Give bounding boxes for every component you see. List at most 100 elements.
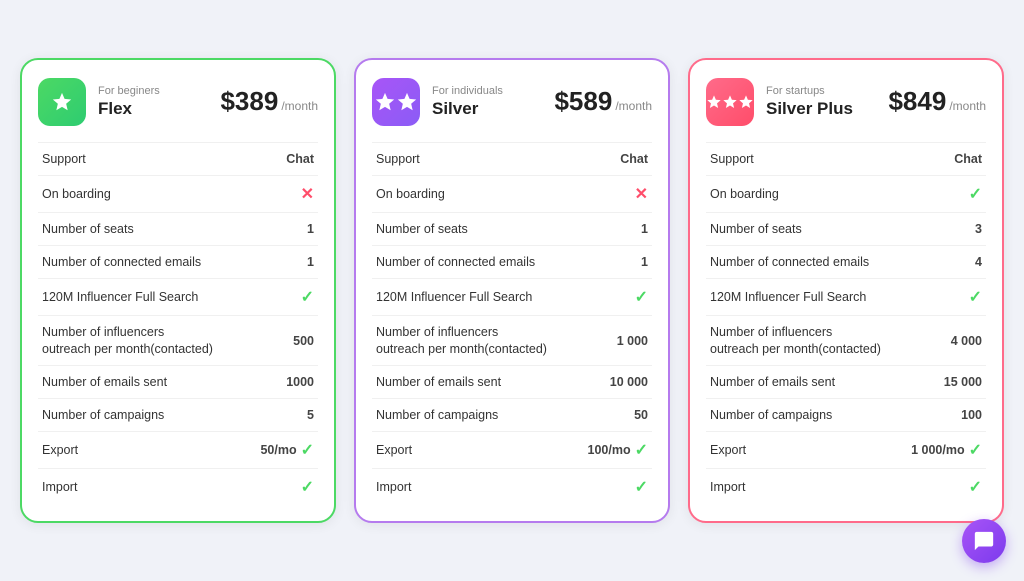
- features-table-silver-plus: SupportChatOn boarding✓Number of seats3N…: [706, 142, 986, 506]
- plan-tier-flex: For beginers: [98, 85, 208, 97]
- feature-value-silver-plus-9: ✓: [888, 469, 986, 506]
- feature-value-silver-plus-3: 4: [888, 246, 986, 279]
- plan-card-silver-plus: For startupsSilver Plus$849/monthSupport…: [688, 58, 1004, 524]
- check-icon: ✓: [969, 479, 982, 496]
- table-row: Number of seats3: [706, 212, 986, 245]
- table-row: Number of emails sent1000: [38, 365, 318, 398]
- plan-price-block-flex: $389/month: [220, 86, 318, 117]
- feature-label-silver-3: Number of connected emails: [372, 246, 554, 279]
- plan-price-silver: $589: [554, 86, 612, 117]
- table-row: On boarding ✕: [38, 175, 318, 212]
- plan-icon-flex: [38, 78, 86, 126]
- feature-value-flex-5: 500: [220, 316, 318, 366]
- table-row: 120M Influencer Full Search✓: [38, 279, 318, 316]
- feature-value-silver-0: Chat: [554, 142, 652, 175]
- feature-value-silver-plus-6: 15 000: [888, 365, 986, 398]
- check-icon: ✓: [301, 479, 314, 496]
- cross-icon: ✕: [635, 186, 648, 203]
- export-value: 100/mo ✓: [558, 440, 648, 460]
- feature-label-flex-7: Number of campaigns: [38, 399, 220, 432]
- table-row: Number of influencers outreach per month…: [372, 316, 652, 366]
- plan-period-silver: /month: [615, 99, 652, 113]
- feature-value-flex-0: Chat: [220, 142, 318, 175]
- feature-value-silver-7: 50: [554, 399, 652, 432]
- plan-name-silver-plus: Silver Plus: [766, 99, 876, 119]
- table-row: On boarding ✓: [706, 175, 986, 212]
- feature-value-silver-plus-8: 1 000/mo ✓: [888, 432, 986, 469]
- check-icon: ✓: [969, 440, 982, 460]
- check-icon: ✓: [635, 289, 648, 306]
- chat-button[interactable]: [962, 519, 1006, 563]
- table-row: Import ✓: [706, 469, 986, 506]
- table-row: Number of seats1: [38, 212, 318, 245]
- pricing-container: For beginersFlex$389/monthSupportChatOn …: [20, 58, 1004, 524]
- feature-value-silver-plus-4: ✓: [888, 279, 986, 316]
- table-row: Number of influencers outreach per month…: [38, 316, 318, 366]
- feature-value-flex-8: 50/mo ✓: [220, 432, 318, 469]
- check-icon: ✓: [635, 479, 648, 496]
- table-row: Number of emails sent10 000: [372, 365, 652, 398]
- table-row: Number of seats1: [372, 212, 652, 245]
- table-row: Number of connected emails1: [372, 246, 652, 279]
- plan-icon-silver: [372, 78, 420, 126]
- feature-label-silver-plus-6: Number of emails sent: [706, 365, 888, 398]
- feature-label-silver-plus-9: Import: [706, 469, 888, 506]
- plan-info-silver: For individuals Silver: [432, 85, 542, 119]
- feature-label-flex-5: Number of influencers outreach per month…: [38, 316, 220, 366]
- feature-label-silver-plus-2: Number of seats: [706, 212, 888, 245]
- table-row: Number of connected emails4: [706, 246, 986, 279]
- plan-period-flex: /month: [281, 99, 318, 113]
- feature-label-silver-plus-7: Number of campaigns: [706, 399, 888, 432]
- cross-icon: ✕: [301, 186, 314, 203]
- features-table-flex: SupportChatOn boarding✕Number of seats1N…: [38, 142, 318, 506]
- feature-label-silver-2: Number of seats: [372, 212, 554, 245]
- table-row: SupportChat: [372, 142, 652, 175]
- feature-label-silver-plus-3: Number of connected emails: [706, 246, 888, 279]
- feature-label-flex-3: Number of connected emails: [38, 246, 220, 279]
- plan-name-silver: Silver: [432, 99, 542, 119]
- feature-label-silver-plus-8: Export: [706, 432, 888, 469]
- feature-value-flex-9: ✓: [220, 469, 318, 506]
- check-icon: ✓: [969, 186, 982, 203]
- table-row: SupportChat: [38, 142, 318, 175]
- feature-label-silver-plus-4: 120M Influencer Full Search: [706, 279, 888, 316]
- check-icon: ✓: [301, 440, 314, 460]
- feature-value-silver-plus-2: 3: [888, 212, 986, 245]
- plan-price-block-silver: $589/month: [554, 86, 652, 117]
- feature-value-silver-5: 1 000: [554, 316, 652, 366]
- feature-value-silver-9: ✓: [554, 469, 652, 506]
- feature-value-silver-1: ✕: [554, 175, 652, 212]
- plan-info-flex: For beginersFlex: [98, 85, 208, 119]
- check-icon: ✓: [969, 289, 982, 306]
- feature-value-flex-6: 1000: [220, 365, 318, 398]
- plan-header-silver: For individuals Silver $589/month: [372, 78, 652, 126]
- feature-value-silver-plus-0: Chat: [888, 142, 986, 175]
- feature-label-silver-plus-1: On boarding: [706, 175, 888, 212]
- table-row: Number of influencers outreach per month…: [706, 316, 986, 366]
- feature-label-flex-9: Import: [38, 469, 220, 506]
- feature-value-silver-6: 10 000: [554, 365, 652, 398]
- feature-value-silver-plus-1: ✓: [888, 175, 986, 212]
- table-row: 120M Influencer Full Search ✓: [372, 279, 652, 316]
- feature-label-silver-plus-5: Number of influencers outreach per month…: [706, 316, 888, 366]
- feature-label-silver-plus-0: Support: [706, 142, 888, 175]
- feature-label-silver-8: Export: [372, 432, 554, 469]
- plan-header-flex: For beginersFlex $389/month: [38, 78, 318, 126]
- check-icon: ✓: [301, 289, 314, 306]
- table-row: Import ✓: [38, 469, 318, 506]
- plan-card-silver: For individualsSilver$589/monthSupportCh…: [354, 58, 670, 524]
- feature-value-flex-3: 1: [220, 246, 318, 279]
- feature-label-flex-1: On boarding: [38, 175, 220, 212]
- feature-label-silver-1: On boarding: [372, 175, 554, 212]
- feature-label-silver-0: Support: [372, 142, 554, 175]
- feature-label-silver-4: 120M Influencer Full Search: [372, 279, 554, 316]
- feature-label-silver-5: Number of influencers outreach per month…: [372, 316, 554, 366]
- feature-value-flex-4: ✓: [220, 279, 318, 316]
- plan-period-silver-plus: /month: [949, 99, 986, 113]
- table-row: Export50/mo ✓: [38, 432, 318, 469]
- table-row: Number of emails sent15 000: [706, 365, 986, 398]
- feature-value-silver-plus-7: 100: [888, 399, 986, 432]
- table-row: Export100/mo ✓: [372, 432, 652, 469]
- export-value: 1 000/mo ✓: [892, 440, 982, 460]
- plan-tier-silver: For individuals: [432, 85, 542, 97]
